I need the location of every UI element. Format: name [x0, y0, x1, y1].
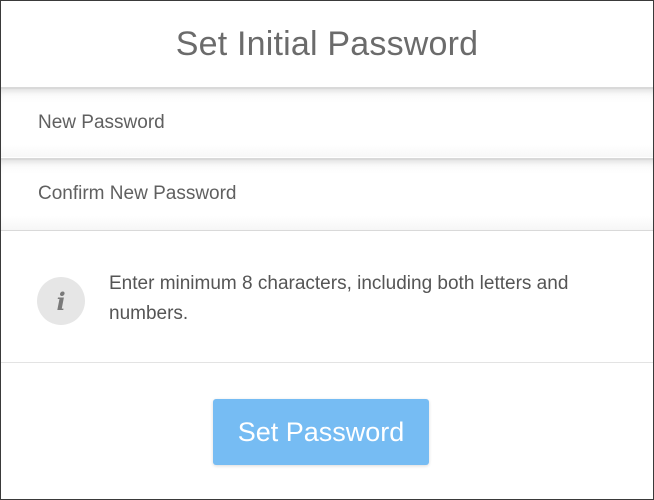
- dialog-title: Set Initial Password: [175, 25, 479, 63]
- new-password-field-row: [1, 87, 653, 157]
- new-password-input[interactable]: [38, 89, 618, 157]
- password-requirements: i Enter minimum 8 characters, including …: [1, 231, 653, 363]
- confirm-password-field-row: [1, 158, 653, 231]
- set-password-dialog: Set Initial Password i Enter minimum 8 c…: [0, 0, 654, 500]
- set-password-button[interactable]: Set Password: [213, 399, 429, 465]
- confirm-password-input[interactable]: [38, 160, 618, 228]
- password-requirements-text: Enter minimum 8 characters, including bo…: [109, 273, 569, 324]
- info-icon: i: [37, 277, 85, 325]
- info-icon-glyph: i: [56, 286, 66, 316]
